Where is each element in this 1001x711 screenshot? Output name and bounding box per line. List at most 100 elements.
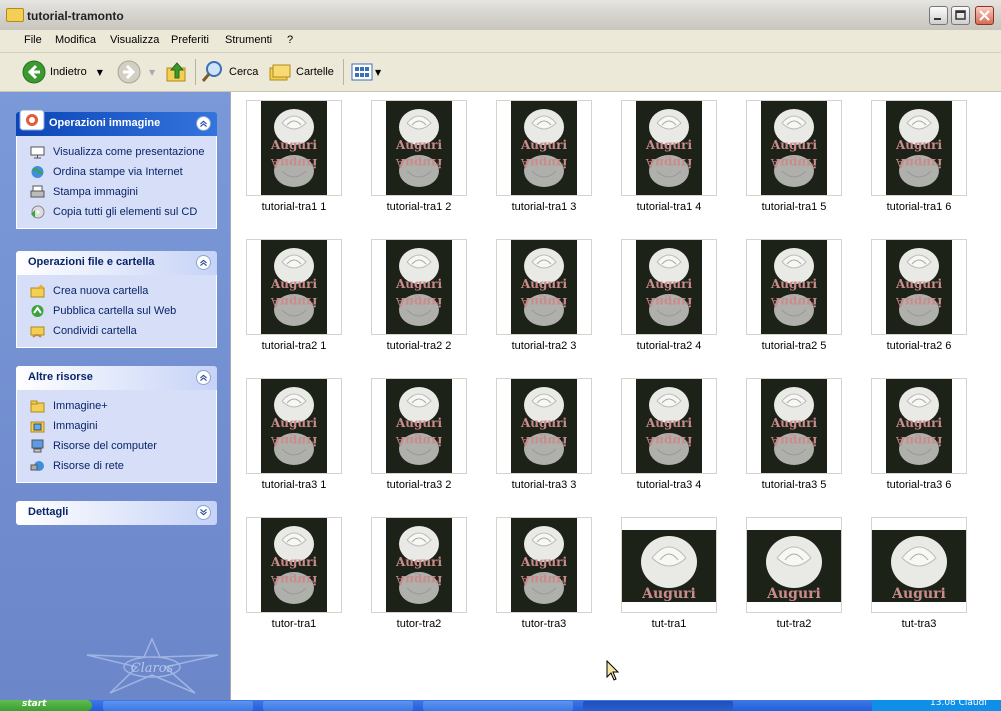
taskbar-button[interactable] [423,701,573,711]
collapse-chevron-icon[interactable] [196,370,211,385]
svg-text:Auguri: Auguri [645,138,692,152]
place-immagini[interactable]: Immagini [17,416,216,436]
folders-icon [269,64,291,81]
thumbnail-frame: Auguri Auguri [246,517,342,613]
rose-image: Auguri Auguri [886,101,952,195]
menu-edit[interactable]: Modifica [55,34,96,46]
back-button[interactable]: Indietro ▼ [22,53,103,91]
mouse-pointer-icon [606,660,620,681]
image-tasks-title: Operazioni immagine [49,117,161,129]
forward-button[interactable]: ▼ [117,53,155,91]
start-button[interactable]: start [0,699,92,711]
rose-image: Auguri Auguri [261,518,327,612]
rose-image: Auguri [622,530,716,602]
file-name-label: tutorial-tra3 6 [886,479,952,491]
collapse-chevron-icon[interactable] [196,255,211,270]
title-bar[interactable]: tutorial-tramonto [0,0,1001,31]
thumbnail-frame: Auguri Auguri [746,378,842,474]
up-folder-button[interactable] [166,53,188,91]
rose-image: Auguri Auguri [386,101,452,195]
search-button[interactable]: Cerca [201,53,258,91]
other-places-header[interactable]: Altre risorse [16,366,217,390]
folders-button[interactable]: Cartelle [268,53,334,91]
svg-text:Auguri: Auguri [520,555,567,569]
thumbnail-frame: Auguri Auguri [371,517,467,613]
views-button[interactable]: ▼ [351,53,381,91]
svg-text:Auguri: Auguri [395,295,442,309]
system-tray: 13.08 Claudi [872,698,1001,711]
file-name-label: tutorial-tra1 3 [511,201,577,213]
svg-text:Auguri: Auguri [770,138,817,152]
search-label: Cerca [229,66,259,78]
menu-bar: File Modifica Visualizza Preferiti Strum… [0,30,1001,76]
task-publish-web[interactable]: Pubblica cartella sul Web [17,301,216,321]
task-order-prints[interactable]: Ordina stampe via Internet [17,162,216,182]
place-immagini-label: Immagini [53,420,98,432]
svg-text:Auguri: Auguri [270,156,317,170]
task-slideshow[interactable]: Visualizza come presentazione [17,142,216,162]
svg-text:Auguri: Auguri [520,277,567,291]
thumbnail-frame: Auguri Auguri [871,239,967,335]
thumbnail-frame: Auguri Auguri [371,239,467,335]
place-network[interactable]: Risorse di rete [17,456,216,476]
file-name-label: tut-tra1 [651,618,687,630]
taskbar-button[interactable] [103,701,253,711]
task-share-folder[interactable]: Condividi cartella [17,321,216,341]
menu-help[interactable]: ? [287,34,293,46]
expand-chevron-icon[interactable] [196,505,211,520]
menu-file[interactable]: File [24,34,42,46]
task-new-folder[interactable]: Crea nuova cartella [17,281,216,301]
file-name-label: tutorial-tra2 4 [636,340,702,352]
file-name-label: tutorial-tra2 1 [261,340,327,352]
close-button[interactable] [975,6,994,25]
views-dropdown-icon[interactable]: ▼ [375,68,381,77]
task-pane: Operazioni immagine Visualizza come pres… [0,92,230,700]
camera-icon [19,109,45,131]
taskbar: start 13.08 Claudi [0,698,1001,711]
minimize-button[interactable] [929,6,948,25]
task-print-images[interactable]: Stampa immagini [17,182,216,202]
maximize-button[interactable] [951,6,970,25]
collapse-chevron-icon[interactable] [196,116,211,131]
svg-text:Auguri: Auguri [520,138,567,152]
svg-text:Auguri: Auguri [520,573,567,587]
details-header[interactable]: Dettagli [16,501,217,525]
file-name-label: tutorial-tra3 3 [511,479,577,491]
rose-image: Auguri Auguri [761,101,827,195]
svg-text:Auguri: Auguri [895,156,942,170]
svg-text:Auguri: Auguri [770,277,817,291]
file-name-label: tutorial-tra3 1 [261,479,327,491]
image-tasks-body: Visualizza come presentazione Ordina sta… [16,136,217,229]
task-copy-cd[interactable]: Copia tutti gli elementi sul CD [17,202,216,222]
thumbnail-frame: Auguri Auguri [746,100,842,196]
globe-icon [31,166,44,178]
file-view[interactable]: Auguri Auguri tutorial-tra1 1 Auguri Auguri t… [230,92,1001,700]
folder-icon [30,400,45,413]
rose-image: Auguri Auguri [636,240,702,334]
forward-dropdown-icon[interactable]: ▼ [149,68,155,77]
menu-favorites[interactable]: Preferiti [171,34,209,46]
svg-text:Auguri: Auguri [766,586,821,602]
image-tasks-header[interactable]: Operazioni immagine [16,109,217,136]
file-tasks-header[interactable]: Operazioni file e cartella [16,251,217,275]
back-dropdown-icon[interactable]: ▼ [97,68,103,77]
thumbnail-frame: Auguri [871,517,967,613]
file-name-label: tutorial-tra2 6 [886,340,952,352]
publish-web-icon [31,305,44,317]
rose-image: Auguri Auguri [761,240,827,334]
back-arrow-icon [22,60,46,84]
menu-view[interactable]: Visualizza [110,34,159,46]
taskbar-button[interactable] [263,701,413,711]
svg-text:Auguri: Auguri [770,156,817,170]
svg-text:Auguri: Auguri [520,156,567,170]
network-icon [30,461,44,471]
up-folder-icon [166,62,186,82]
rose-image: Auguri Auguri [261,240,327,334]
taskbar-button-active[interactable] [583,701,733,711]
thumbnail-frame: Auguri Auguri [371,378,467,474]
place-immagine-plus[interactable]: Immagine+ [17,396,216,416]
menu-tools[interactable]: Strumenti [225,34,272,46]
place-network-label: Risorse di rete [53,460,124,472]
place-my-computer[interactable]: Risorse del computer [17,436,216,456]
svg-text:Auguri: Auguri [895,138,942,152]
